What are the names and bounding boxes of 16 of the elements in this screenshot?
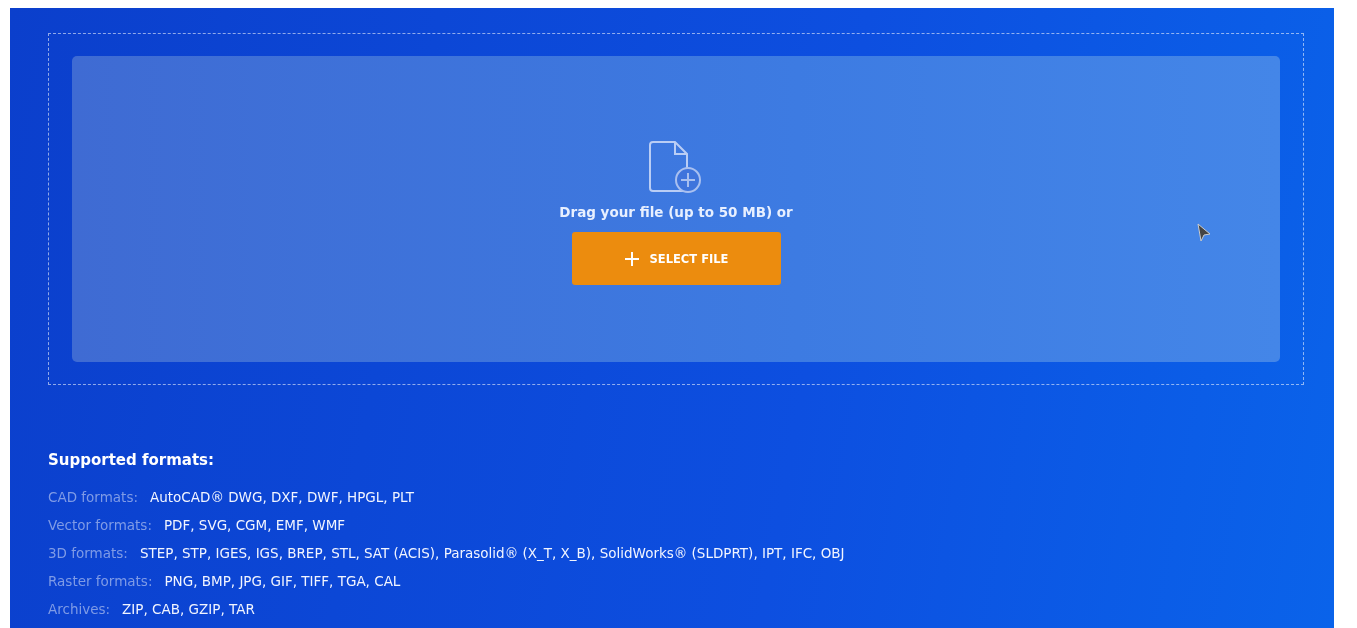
plus-icon <box>623 250 640 267</box>
formats-title: Supported formats: <box>48 451 216 469</box>
format-list: PNG, BMP, JPG, GIF, TIFF, TGA, CAL <box>164 573 401 589</box>
format-label: CAD formats: <box>48 489 138 505</box>
format-label: 3D formats: <box>48 545 128 561</box>
format-list: STEP, STP, IGES, IGS, BREP, STL, SAT (ACIS), Parasolid® (X_T, X_B), SolidWorks® (SLDPRT), IPT, IFC, OBJ <box>139 545 845 561</box>
mouse-pointer-icon <box>1196 222 1212 244</box>
format-label: Raster formats: <box>48 573 153 589</box>
format-list: AutoCAD® DWG, DXF, DWF, HPGL, PLT <box>150 489 414 505</box>
format-list: PDF, SVG, CGM, EMF, WMF <box>163 517 346 533</box>
format-label: Archives: <box>48 601 111 617</box>
upload-prompt: Drag your file (up to 50 MB) or <box>559 204 793 220</box>
format-list: ZIP, CAB, GZIP, TAR <box>122 601 255 617</box>
format-label: Vector formats: <box>48 517 152 533</box>
drop-zone[interactable]: Drag your file (up to 50 MB) or SELECT FILE <box>72 56 1280 362</box>
select-file-button[interactable]: SELECT FILE <box>571 232 781 285</box>
